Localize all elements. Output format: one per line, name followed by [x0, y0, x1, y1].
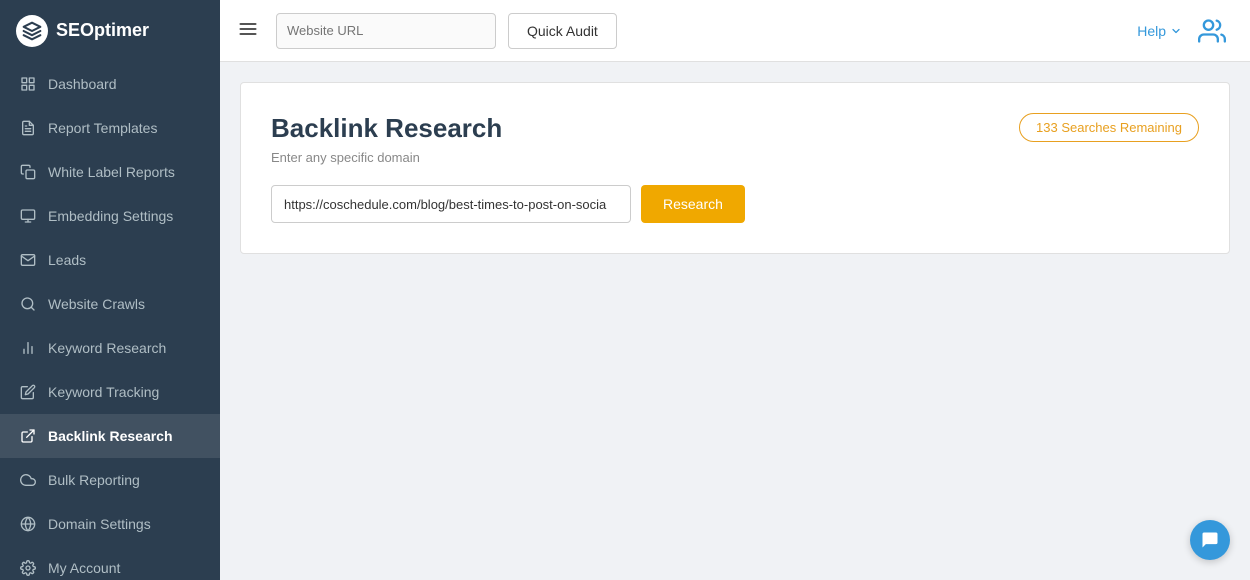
sidebar-item-dashboard[interactable]: Dashboard [0, 62, 220, 106]
chat-icon [1200, 530, 1220, 550]
logo-text: SEOptimer [56, 20, 149, 41]
mail-icon [20, 252, 36, 268]
sidebar-item-white-label-reports[interactable]: White Label Reports [0, 150, 220, 194]
page-title: Backlink Research [271, 113, 745, 144]
gray-area [220, 274, 1250, 580]
search-row: Research [271, 185, 745, 223]
sidebar-item-backlink-research[interactable]: Backlink Research [0, 414, 220, 458]
sidebar-label-domain-settings: Domain Settings [48, 516, 151, 532]
monitor-icon [20, 208, 36, 224]
grid-icon [20, 76, 36, 92]
sidebar-item-my-account[interactable]: My Account [0, 546, 220, 580]
quick-audit-button[interactable]: Quick Audit [508, 13, 617, 49]
sidebar-item-report-templates[interactable]: Report Templates [0, 106, 220, 150]
hamburger-button[interactable] [232, 13, 264, 48]
sidebar-label-keyword-research: Keyword Research [48, 340, 166, 356]
panel-right: 133 Searches Remaining [1019, 113, 1199, 142]
chat-bubble-button[interactable] [1190, 520, 1230, 560]
website-url-input[interactable] [276, 13, 496, 49]
research-button[interactable]: Research [641, 185, 745, 223]
sidebar-item-leads[interactable]: Leads [0, 238, 220, 282]
cloud-icon [20, 472, 36, 488]
top-header: SEOptimer Quick Audit Help [0, 0, 1250, 62]
file-text-icon [20, 120, 36, 136]
sidebar-label-embedding-settings: Embedding Settings [48, 208, 173, 224]
sidebar-item-keyword-tracking[interactable]: Keyword Tracking [0, 370, 220, 414]
sidebar-label-white-label-reports: White Label Reports [48, 164, 175, 180]
globe-icon [20, 516, 36, 532]
sidebar-item-keyword-research[interactable]: Keyword Research [0, 326, 220, 370]
external-link-icon [20, 428, 36, 444]
sidebar-item-domain-settings[interactable]: Domain Settings [0, 502, 220, 546]
domain-input[interactable] [271, 185, 631, 223]
sidebar-label-leads: Leads [48, 252, 86, 268]
edit-icon [20, 384, 36, 400]
sidebar-item-website-crawls[interactable]: Website Crawls [0, 282, 220, 326]
help-button[interactable]: Help [1137, 23, 1182, 39]
logo-icon [16, 15, 48, 47]
sidebar-label-my-account: My Account [48, 560, 120, 576]
sidebar-item-bulk-reporting[interactable]: Bulk Reporting [0, 458, 220, 502]
search-icon [20, 296, 36, 312]
content-area: Backlink Research Enter any specific dom… [220, 62, 1250, 580]
panel-left: Backlink Research Enter any specific dom… [271, 113, 745, 223]
copy-icon [20, 164, 36, 180]
sidebar: Dashboard Report Templates White Label R… [0, 62, 220, 580]
panel-inner: Backlink Research Enter any specific dom… [271, 113, 1199, 223]
sidebar-label-dashboard: Dashboard [48, 76, 117, 92]
sidebar-label-website-crawls: Website Crawls [48, 296, 145, 312]
bar-chart-icon [20, 340, 36, 356]
main-layout: Dashboard Report Templates White Label R… [0, 62, 1250, 580]
content-panel: Backlink Research Enter any specific dom… [240, 82, 1230, 254]
settings-icon [20, 560, 36, 576]
sidebar-label-bulk-reporting: Bulk Reporting [48, 472, 140, 488]
sidebar-label-report-templates: Report Templates [48, 120, 157, 136]
sidebar-item-embedding-settings[interactable]: Embedding Settings [0, 194, 220, 238]
sidebar-label-backlink-research: Backlink Research [48, 428, 173, 444]
sidebar-label-keyword-tracking: Keyword Tracking [48, 384, 159, 400]
logo-area: SEOptimer [0, 0, 220, 62]
user-icon[interactable] [1194, 13, 1230, 49]
panel-subtitle: Enter any specific domain [271, 150, 745, 165]
searches-remaining-badge: 133 Searches Remaining [1019, 113, 1199, 142]
